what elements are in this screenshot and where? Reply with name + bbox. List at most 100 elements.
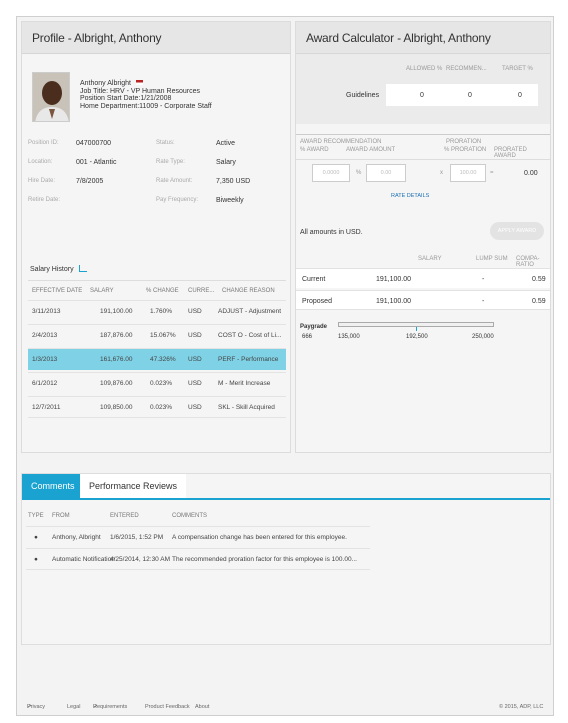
copyright: © 2015, ADP, LLC [499,704,544,710]
summary-lump: - [482,276,485,283]
column-header[interactable]: COMMENTS [172,513,207,519]
amounts-note: All amounts in USD. [300,229,363,236]
cell: 187,876.00 [100,332,133,339]
info-icon: ● [34,534,38,541]
column-header: ALLOWED % [406,66,443,72]
allowed-pct: 0 [420,92,424,99]
chart-icon[interactable] [78,265,87,272]
cell: SKL - Skill Acquired [218,404,275,411]
comment-row[interactable]: ● Anthony, Albright 1/6/2015, 1:52 PM A … [26,526,370,548]
percent-icon: % [356,170,362,176]
rec-header: AWARD RECOMMENDATION [300,139,382,145]
cell: 1.760% [150,308,173,315]
home-dept-label: Home Department: [80,102,140,110]
summary-row-current: Current 191,100.00 - 0.59 [296,268,550,288]
table-row[interactable]: 3/11/2013 191,100.00 1.760% USD ADJUST -… [28,300,286,322]
home-department: 11009 - Corporate Staff [139,102,212,110]
award-recommendation-header: AWARD RECOMMENDATION % AWARD AWARD AMOUN… [296,134,550,159]
about-link[interactable]: About [195,704,209,710]
comments-section: Comments Performance Reviews TYPE FROM E… [21,473,551,645]
cell: 2/4/2013 [32,332,58,339]
prorated-award: 0.00 [524,170,538,177]
rate-details-link[interactable]: RATE DETAILS [391,193,429,199]
avatar [32,72,70,122]
column-header[interactable]: TYPE [28,513,44,519]
profile-panel: Profile - Albright, Anthony Anthony Albr… [21,21,291,453]
column-header[interactable]: EFFECTIVE DATE [32,288,82,294]
salary-history-label: Salary History [30,265,87,273]
cell: 12/7/2011 [32,404,61,411]
tab-performance-reviews[interactable]: Performance Reviews [80,474,187,498]
field-value: Active [216,140,236,147]
target-pct: 0 [518,92,522,99]
paygrade-min: 135,000 [338,334,360,340]
field-value: Salary [216,159,236,166]
paygrade-label: Paygrade [300,324,328,330]
privacy-label: Privacy [27,704,46,710]
field-label: Retire Date: [28,197,61,203]
salary-history-table: EFFECTIVE DATE SALARY % CHANGE CURRE... … [28,280,286,450]
table-row[interactable]: 2/4/2013 187,876.00 15.067% USD COST O -… [28,324,286,346]
proration-header: PRORATION [446,139,482,145]
app-frame: Profile - Albright, Anthony Anthony Albr… [16,16,554,716]
field-value: 7/8/2005 [76,178,104,185]
cell: 15.067% [150,332,176,339]
footer: ↗ Privacy Legal ↗ Requirements Product F… [17,701,553,715]
recommended-pct: 0 [468,92,472,99]
award-calculator-panel: Award Calculator - Albright, Anthony ALL… [295,21,551,453]
profile-title: Profile - Albright, Anthony [22,22,290,54]
rec-col: AWARD AMOUNT [346,147,396,153]
cell: USD [188,356,202,363]
field-label: Position ID: [28,140,59,146]
award-amount-input[interactable]: 0.00 [366,164,406,182]
employee-name: Anthony Albright [80,80,131,87]
proration-input[interactable]: 100.00 [450,164,486,182]
table-header: EFFECTIVE DATE SALARY % CHANGE CURRE... … [28,280,286,298]
job-title-label: Job Title: [80,87,109,95]
salary-history-text: Salary History [30,266,74,273]
position-start-label: Position Start Date: [80,95,141,102]
current-marker [416,327,417,331]
column-header[interactable]: CHANGE REASON [222,288,275,294]
field-label: Rate Type: [156,159,185,165]
comment-row[interactable]: ● Automatic Notification 4/25/2014, 12:3… [26,548,370,570]
cell: 1/3/2013 [32,356,58,363]
apply-award-button[interactable]: APPLY AWARD [490,222,544,240]
legal-link[interactable]: Legal [67,704,80,710]
cell: 109,850.00 [100,404,133,411]
proration-col: % PRORATION [444,147,487,153]
column-header[interactable]: FROM [52,513,70,519]
cell: 191,100.00 [100,308,133,315]
field-label: Location: [28,159,53,165]
column-header[interactable]: CURRE... [188,288,214,294]
cell: 47.326% [150,356,176,363]
summary-col: LUMP SUM [476,256,508,262]
comment-entered: 1/6/2015, 1:52 PM [110,534,164,541]
column-header: RECOMMEN... [446,66,487,72]
paygrade-code: 666 [302,334,313,340]
field-value: 7,350 USD [216,178,251,185]
product-feedback-link[interactable]: Product Feedback [145,704,190,710]
guidelines-label: Guidelines [346,92,380,99]
job-title: HRV - VP Human Resources [109,87,200,95]
column-header[interactable]: ENTERED [110,513,139,519]
tab-comments[interactable]: Comments [22,474,84,498]
table-row-selected[interactable]: 1/3/2013 161,676.00 47.326% USD PERF - P… [28,348,286,370]
comment-text[interactable]: The recommended proration factor for thi… [172,556,357,563]
summary-salary: 191,100.00 [376,298,412,305]
comment-entered: 4/25/2014, 12:30 AM [110,556,170,563]
table-row[interactable]: 12/7/2011 109,850.00 0.023% USD SKL - Sk… [28,396,286,418]
summary-salary: 191,100.00 [376,276,412,283]
summary-compa: 0.59 [532,276,546,283]
comment-text[interactable]: A compensation change has been entered f… [172,534,347,541]
cell: USD [188,404,202,411]
field-value: Biweekly [216,197,244,204]
column-header[interactable]: SALARY [90,288,114,294]
award-pct-input[interactable]: 0.0000 [312,164,350,182]
field-label: Hire Date: [28,178,56,184]
summary-compa: 0.59 [532,298,546,305]
table-row[interactable]: 6/1/2012 109,876.00 0.023% USD M - Merit… [28,372,286,394]
summary-label: Proposed [302,298,332,305]
comment-from: Automatic Notification [52,556,115,563]
column-header[interactable]: % CHANGE [146,288,179,294]
